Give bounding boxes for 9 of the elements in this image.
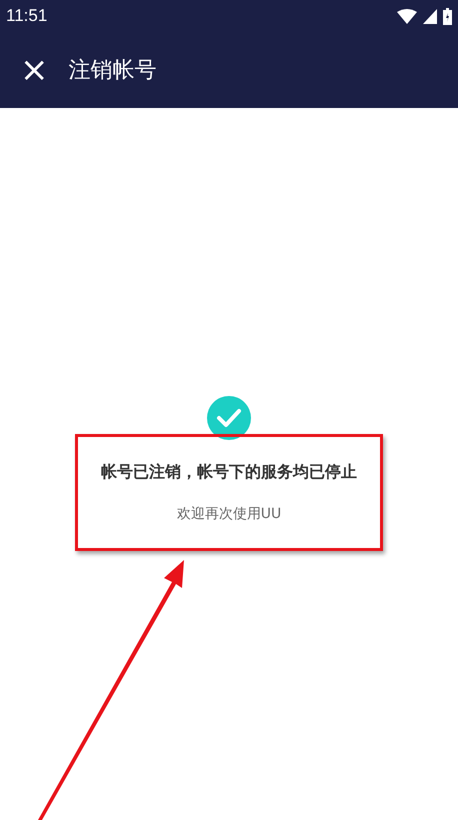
check-icon <box>207 396 251 440</box>
welcome-text: 欢迎再次使用UU <box>176 505 282 523</box>
wifi-icon <box>397 8 417 24</box>
battery-icon <box>443 8 452 24</box>
signal-icon <box>423 8 437 24</box>
page-title: 注销帐号 <box>68 57 156 85</box>
clock-time: 11:51 <box>6 6 48 26</box>
result-message: 帐号已注销，帐号下的服务均已停止 <box>101 462 357 483</box>
close-button[interactable]: × <box>16 53 52 87</box>
